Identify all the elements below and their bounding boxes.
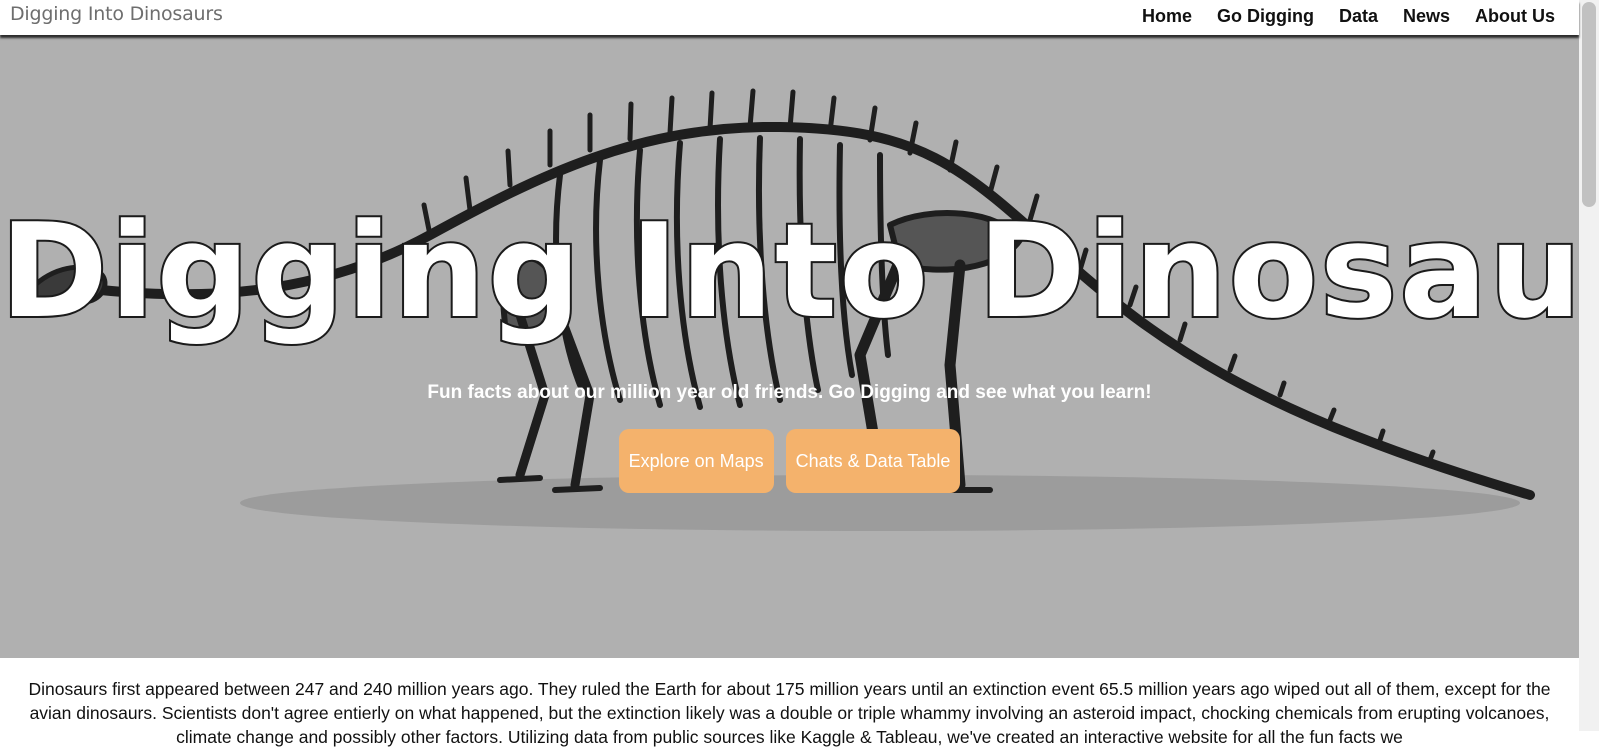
explore-on-maps-button[interactable]: Explore on Maps bbox=[618, 429, 774, 493]
nav-link-home[interactable]: Home bbox=[1142, 6, 1192, 27]
nav-links: Home Go Digging Data News About Us bbox=[1142, 6, 1555, 27]
nav-link-news[interactable]: News bbox=[1403, 6, 1450, 27]
navbar: Digging Into Dinosaurs Home Go Digging D… bbox=[0, 0, 1579, 35]
brand-logo[interactable]: Digging Into Dinosaurs bbox=[10, 3, 223, 25]
nav-link-go-digging[interactable]: Go Digging bbox=[1217, 6, 1314, 27]
charts-data-table-button[interactable]: Chats & Data Table bbox=[785, 429, 961, 493]
nav-link-about-us[interactable]: About Us bbox=[1475, 6, 1555, 27]
hero-buttons: Explore on Maps Chats & Data Table bbox=[0, 429, 1579, 493]
hero-section: Digging Into Dinosaurs Fun facts about o… bbox=[0, 35, 1579, 658]
hero-title: Digging Into Dinosaurs bbox=[0, 193, 1579, 349]
page-scrollbar[interactable] bbox=[1579, 0, 1599, 731]
intro-paragraph: Dinosaurs first appeared between 247 and… bbox=[28, 678, 1551, 747]
nav-link-data[interactable]: Data bbox=[1339, 6, 1378, 27]
scrollbar-thumb[interactable] bbox=[1582, 2, 1596, 207]
hero-subtitle: Fun facts about our million year old fri… bbox=[427, 382, 1152, 403]
